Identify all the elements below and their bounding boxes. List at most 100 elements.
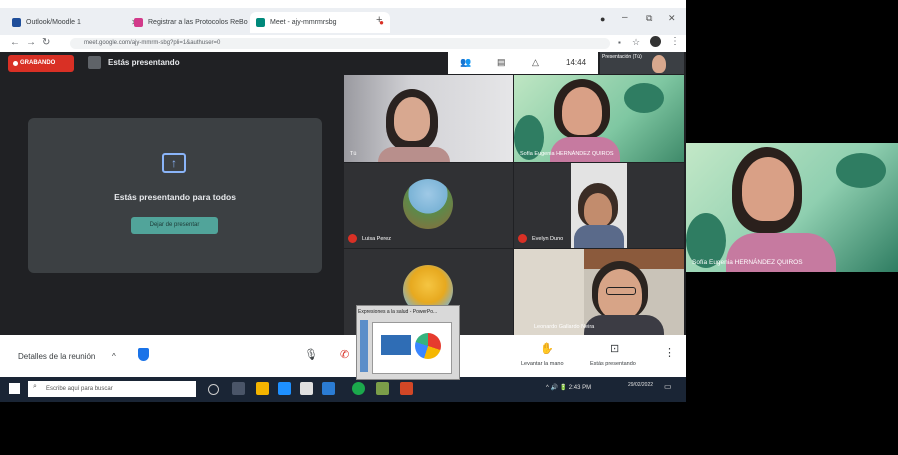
letterbox-bottom-right [686, 272, 898, 455]
chrome-icon[interactable] [352, 382, 365, 395]
mic-muted-icon [518, 234, 527, 243]
browser-tab-3-active[interactable]: Meet - ajy-mmrmrsbg ● [250, 12, 390, 33]
cortana-icon[interactable] [208, 384, 219, 395]
store-icon[interactable] [300, 382, 313, 395]
participant-name: Tú [350, 151, 357, 157]
self-view-name: Sofía Eugenia HERNÁNDEZ QUIROS [692, 259, 803, 266]
raise-hand-icon[interactable]: ✋ [540, 342, 554, 355]
shield-icon[interactable] [138, 348, 149, 361]
chevron-up-icon[interactable]: ^ [112, 352, 116, 361]
site-icon [134, 18, 143, 27]
mic-icon[interactable]: 🎙 [304, 348, 318, 361]
slide-preview [372, 322, 452, 374]
file-explorer-icon[interactable] [256, 382, 269, 395]
outlook-icon [12, 18, 21, 27]
minimize-icon[interactable]: – [622, 12, 628, 23]
browser-tab-bar: Outlook/Moodle 1 ✕ Registrar a las Proto… [0, 8, 686, 35]
menu-icon[interactable]: ⋮ [670, 36, 680, 47]
participant-name: Leonardo Gallardo Neira [534, 324, 595, 330]
edge-icon[interactable] [278, 382, 291, 395]
maximize-icon[interactable]: ⧉ [646, 13, 652, 24]
slide-image [381, 335, 411, 355]
presenting-card-text: Estás presentando para todos [114, 192, 236, 202]
url-field[interactable]: meet.google.com/ajy-mmrm-sbg?pli=1&authu… [70, 38, 610, 49]
forward-icon[interactable]: → [26, 36, 36, 50]
profile-dot-icon[interactable]: ● [600, 14, 605, 24]
popup-title: Expresiones a la salud - PowerPo... [358, 309, 438, 315]
end-call-icon[interactable]: ✆ [340, 348, 349, 361]
presenting-status: Estás presentando [108, 58, 180, 67]
avatar [403, 179, 453, 229]
back-icon[interactable]: ← [10, 36, 20, 50]
tile-leonardo[interactable]: Leonardo Gallardo Neira [514, 249, 684, 335]
person-face [394, 97, 430, 141]
person-shoulders [574, 225, 624, 248]
present-screen-icon: ↑ [162, 153, 186, 173]
person-face [742, 157, 794, 221]
person-shoulders [378, 147, 450, 162]
powerpoint-icon[interactable] [400, 382, 413, 395]
tile-sofia[interactable]: Sofía Eugenia HERNÁNDEZ QUIROS [514, 75, 684, 162]
self-presentation-thumb[interactable]: Presentación (Tú) [600, 52, 684, 74]
pie-graphic [415, 333, 441, 359]
presenter-avatar [88, 56, 101, 69]
participant-name: Sofía Eugenia HERNÁNDEZ QUIROS [520, 151, 614, 157]
tray-icons: ^ 🔊 🔋 [546, 385, 569, 391]
tab-label: Registrar a las Protocolos ReBo [148, 19, 248, 26]
mic-muted-icon [348, 234, 357, 243]
taskbar-search-input[interactable]: Escribe aquí para buscar [28, 381, 196, 397]
star-icon[interactable]: ☆ [632, 37, 640, 48]
background-leaf [624, 83, 664, 113]
avatar[interactable] [650, 36, 661, 47]
meeting-details-button[interactable]: Detalles de la reunión [18, 352, 95, 361]
new-tab-icon[interactable]: + [376, 14, 382, 26]
close-window-icon[interactable]: ✕ [668, 13, 676, 24]
person-face [562, 87, 602, 135]
person-shoulders [584, 315, 664, 335]
meeting-clock: 14:44 [566, 58, 587, 67]
background-leaf [836, 153, 886, 188]
reload-icon[interactable]: ↻ [42, 36, 50, 50]
tile-evelyn[interactable]: Evelyn Duno [514, 163, 684, 248]
recording-badge: GRABANDO [8, 55, 74, 72]
people-icon[interactable]: 👥 [460, 57, 471, 68]
browser-tab-1[interactable]: Outlook/Moodle 1 ✕ [6, 12, 144, 33]
participant-name: Evelyn Duno [532, 236, 564, 242]
stop-presenting-button[interactable]: Dejar de presentar [131, 217, 218, 234]
activities-icon[interactable]: △ [532, 57, 539, 68]
self-thumb-person [652, 55, 666, 73]
person-face [584, 193, 612, 227]
present-label: Estás presentando [590, 361, 636, 367]
windows-start-icon[interactable] [9, 383, 20, 394]
browser-tab-2[interactable]: Registrar a las Protocolos ReBo ✕ [128, 12, 266, 33]
tray-time: 2:43 PM [568, 385, 592, 391]
self-thumb-label: Presentación (Tú) [602, 54, 642, 60]
raise-hand-label: Levantar la mano [521, 361, 564, 367]
more-options-icon[interactable]: ⋮ [664, 346, 675, 359]
person-shoulders [726, 233, 836, 272]
tray-date: 29/02/2022 [628, 382, 654, 388]
top-white-strip [0, 0, 686, 8]
present-icon[interactable]: ⊡ [610, 342, 619, 355]
search-icon: ⌕ [33, 383, 37, 390]
self-view-large: Sofía Eugenia HERNÁNDEZ QUIROS [686, 143, 898, 272]
slide-thumbnails [360, 320, 368, 372]
mail-icon[interactable] [322, 382, 335, 395]
tile-luisa[interactable]: Luisa Perez [344, 163, 513, 248]
app-icon[interactable] [376, 382, 389, 395]
meet-icon [256, 18, 265, 27]
tile-background [514, 249, 584, 335]
glasses-icon [606, 287, 636, 295]
person-shoulders [550, 137, 620, 162]
participant-name: Luisa Perez [362, 236, 392, 242]
tab-label: Outlook/Moodle 1 [26, 19, 81, 26]
tile-you[interactable]: Tú [344, 75, 513, 162]
letterbox-bottom [0, 402, 686, 455]
task-view-icon[interactable] [232, 382, 245, 395]
notifications-icon[interactable]: ▭ [664, 382, 672, 391]
camera-permission-icon[interactable]: ▪ [618, 38, 621, 47]
system-tray[interactable]: ^ 🔊 🔋 2:43 PM [546, 384, 591, 391]
letterbox-top-right [686, 0, 898, 143]
chat-icon[interactable]: ▤ [497, 57, 506, 68]
tab-label: Meet - ajy-mmrmrsbg [270, 19, 337, 26]
